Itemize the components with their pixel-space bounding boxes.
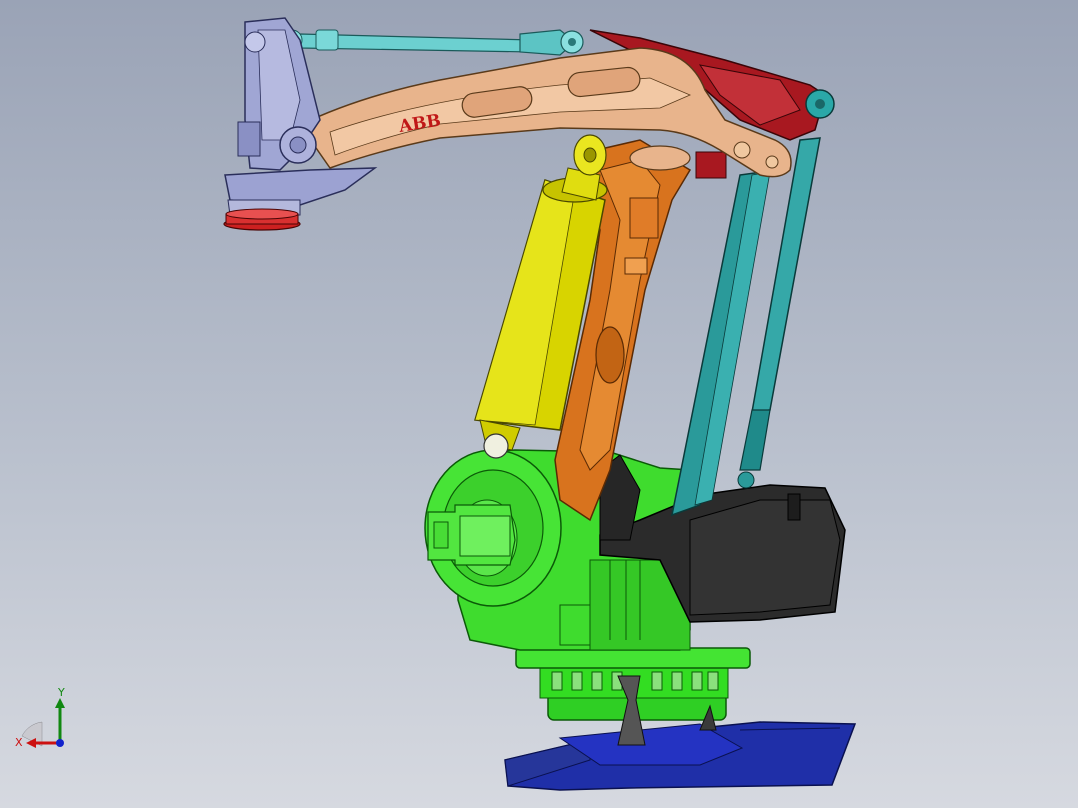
- tool-flange[interactable]: [223, 208, 301, 231]
- robot-base[interactable]: [504, 721, 857, 791]
- y-axis-label: Y: [57, 686, 65, 699]
- z-axis-dot: [56, 739, 64, 747]
- cad-viewport[interactable]: ABB Y X: [0, 0, 1078, 808]
- y-axis-arrow: [55, 698, 65, 708]
- x-axis-label: X: [15, 736, 23, 749]
- turntable[interactable]: [515, 647, 751, 746]
- parallel-links[interactable]: [671, 137, 821, 517]
- robot-model[interactable]: ABB: [0, 0, 1078, 808]
- top-rod[interactable]: [281, 29, 584, 56]
- view-orientation-triad[interactable]: Y X: [14, 686, 76, 750]
